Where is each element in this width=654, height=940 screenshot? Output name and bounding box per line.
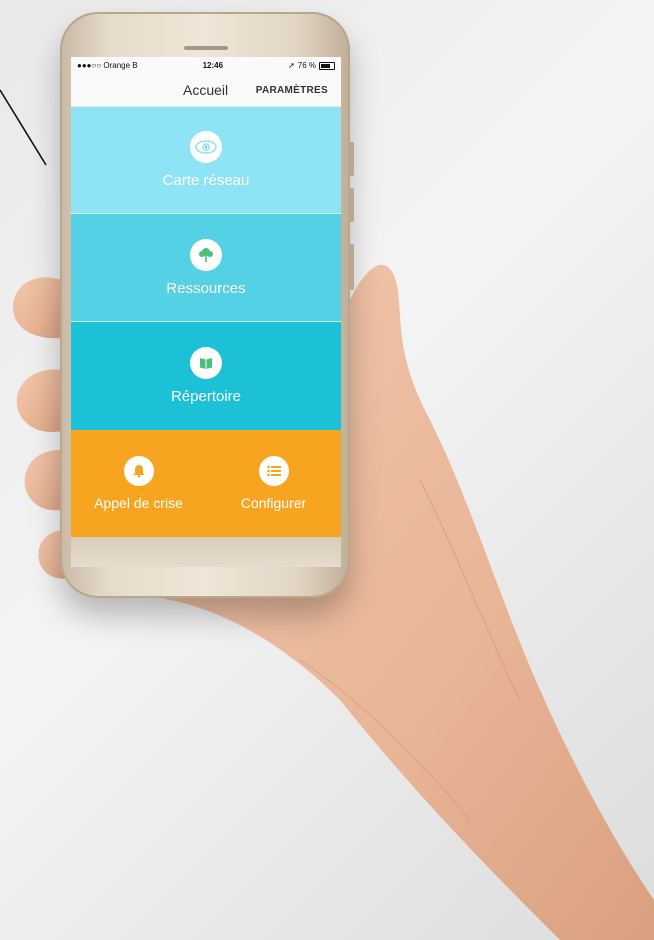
- bottom-actions-row: Appel de crise Configurer: [71, 430, 341, 537]
- tile-label: Ressources: [166, 279, 246, 297]
- status-right: ➚ 76 %: [288, 61, 335, 70]
- crisis-call-button[interactable]: Appel de crise: [71, 430, 206, 537]
- clock: 12:46: [202, 61, 224, 70]
- tree-icon: [190, 238, 222, 271]
- tile-label: Carte réseau: [162, 172, 250, 189]
- phone-screen: ●●●○○ Orange B 12:46 ➚ 76 % Accueil PARA…: [71, 57, 341, 537]
- phone-chin: [71, 537, 341, 567]
- tile-repertoire[interactable]: Répertoire: [71, 322, 341, 430]
- action-label: Appel de crise: [94, 495, 183, 511]
- settings-button[interactable]: PARAMÈTRES: [256, 85, 328, 96]
- volume-up-button: [349, 142, 354, 176]
- battery-percent: 76 %: [297, 61, 316, 70]
- configure-button[interactable]: Configurer: [206, 430, 341, 537]
- volume-down-button: [349, 188, 354, 222]
- book-icon: [190, 347, 222, 379]
- status-bar: ●●●○○ Orange B 12:46 ➚ 76 %: [71, 57, 341, 74]
- page-title: Accueil: [183, 82, 229, 98]
- battery-icon: [319, 61, 335, 70]
- earpiece-speaker: [184, 46, 228, 50]
- tile-label: Répertoire: [170, 388, 242, 405]
- list-icon: [258, 456, 289, 486]
- bell-icon: [123, 456, 154, 486]
- power-button: [349, 244, 354, 290]
- eye-icon: [190, 131, 222, 163]
- carrier-label: ●●●○○ Orange B: [77, 61, 138, 70]
- tile-ressources[interactable]: Ressources: [71, 214, 341, 322]
- tile-carte-reseau[interactable]: Carte réseau: [71, 107, 341, 214]
- location-icon: ➚: [288, 61, 295, 70]
- navigation-bar: Accueil PARAMÈTRES: [71, 74, 341, 107]
- action-label: Configurer: [240, 495, 307, 511]
